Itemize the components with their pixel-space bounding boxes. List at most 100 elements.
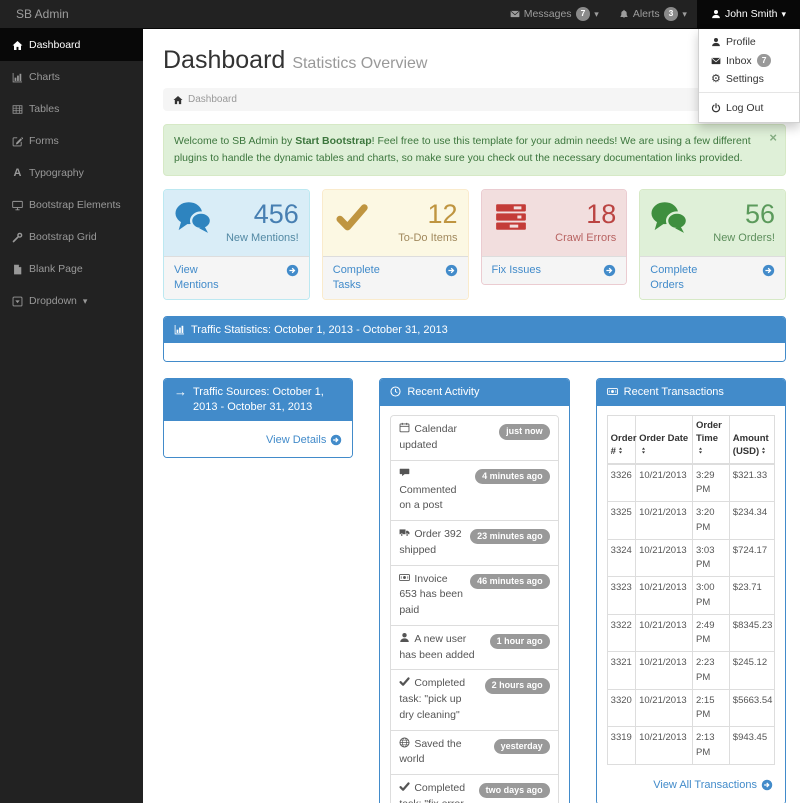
main-content: Dashboard Statistics Overview Dashboard W…	[143, 29, 800, 803]
menu-item-inbox[interactable]: Inbox 7	[699, 51, 799, 70]
panel-title: Traffic Sources: October 1, 2013 - Octob…	[193, 385, 342, 415]
list-item: Completed task: "pick up dry cleaning" 2…	[391, 670, 557, 730]
view-all-transactions-link[interactable]: View All Transactions	[653, 779, 773, 791]
sidebar-item-typography[interactable]: A Typography	[0, 157, 143, 189]
welcome-alert: Welcome to SB Admin by Start Bootstrap! …	[163, 124, 786, 176]
menu-item-logout[interactable]: Log Out	[699, 99, 799, 117]
messages-dropdown-toggle[interactable]: Messages 7 ▾	[500, 0, 609, 28]
menu-item-settings[interactable]: ⚙ Settings	[699, 70, 799, 88]
list-item: Invoice 653 has been paid 46 minutes ago	[391, 566, 557, 626]
complete-orders-link[interactable]: Complete Orders	[640, 256, 785, 299]
column-header-amount[interactable]: Amount (USD)	[729, 416, 774, 464]
sidebar-item-tables[interactable]: Tables	[0, 93, 143, 125]
user-icon	[399, 632, 410, 643]
comments-icon	[650, 200, 688, 239]
column-header-order-time[interactable]: Order Time	[692, 416, 729, 464]
home-icon	[173, 95, 183, 105]
home-icon	[12, 40, 23, 51]
alert-brand-link[interactable]: Start Bootstrap	[295, 135, 371, 147]
stat-panel-todo: 12 To-Do Items Complete Tasks	[322, 189, 469, 300]
view-details-link[interactable]: View Details	[266, 434, 342, 446]
sidebar-item-blank-page[interactable]: Blank Page	[0, 253, 143, 285]
page-subtitle: Statistics Overview	[292, 55, 427, 72]
panel-title: Recent Transactions	[624, 385, 724, 400]
table-row: 332210/21/20132:49 PM$8345.23	[607, 614, 774, 652]
traffic-statistics-chart-area	[164, 343, 785, 361]
caret-down-icon: ▾	[83, 297, 88, 306]
stat-value: 56	[692, 200, 775, 228]
sidebar-item-bootstrap-elements[interactable]: Bootstrap Elements	[0, 189, 143, 221]
recent-activity-panel: Recent Activity Calendar updated just no…	[379, 378, 569, 803]
panel-title: Traffic Statistics: October 1, 2013 - Oc…	[191, 323, 448, 338]
list-item: Completed task: "fix error on sales page…	[391, 775, 557, 803]
time-badge: just now	[499, 424, 550, 439]
table-row: 332410/21/20133:03 PM$724.17	[607, 539, 774, 577]
check-icon	[399, 676, 410, 687]
money-icon	[607, 386, 618, 397]
list-item: Commented on a post 4 minutes ago	[391, 461, 557, 521]
power-icon	[711, 103, 721, 113]
stat-panel-orders: 56 New Orders! Complete Orders	[639, 189, 786, 300]
table-row: 331910/21/20132:13 PM$943.45	[607, 727, 774, 765]
user-dropdown-toggle[interactable]: John Smith ▾	[697, 0, 800, 28]
table-row: 332110/21/20132:23 PM$245.12	[607, 652, 774, 690]
stat-panel-crawl-errors: 18 Crawl Errors Fix Issues	[481, 189, 628, 285]
sidebar-item-dropdown[interactable]: Dropdown ▾	[0, 285, 143, 317]
bottom-panel-row: → Traffic Sources: October 1, 2013 - Oct…	[163, 378, 786, 803]
time-badge: yesterday	[494, 739, 550, 754]
arrow-circle-right-icon	[762, 264, 775, 277]
stat-value: 12	[375, 200, 458, 228]
comments-icon	[174, 200, 212, 239]
stat-value: 456	[216, 200, 299, 228]
globe-icon	[399, 737, 410, 748]
arrow-circle-right-icon	[445, 264, 458, 277]
sidebar-item-forms[interactable]: Forms	[0, 125, 143, 157]
user-name: John Smith	[725, 8, 778, 20]
alerts-label: Alerts	[633, 8, 660, 20]
app-brand[interactable]: SB Admin	[0, 0, 85, 28]
complete-tasks-link[interactable]: Complete Tasks	[323, 256, 468, 299]
breadcrumb: Dashboard	[163, 88, 786, 111]
clock-icon	[390, 386, 401, 397]
page-header: Dashboard Statistics Overview	[163, 46, 786, 75]
close-icon[interactable]: ×	[769, 128, 777, 149]
transactions-table: Order # Order Date Order Time Amount (US…	[607, 415, 775, 764]
column-header-order-number[interactable]: Order #	[607, 416, 635, 464]
check-icon	[333, 200, 371, 239]
sidebar-item-charts[interactable]: Charts	[0, 61, 143, 93]
caret-down-icon: ▾	[594, 10, 599, 19]
tasks-icon	[492, 200, 530, 239]
fix-issues-link[interactable]: Fix Issues	[482, 256, 627, 284]
caret-down-icon: ▾	[682, 10, 687, 19]
list-item: A new user has been added 1 hour ago	[391, 626, 557, 671]
menu-item-profile[interactable]: Profile	[699, 33, 799, 51]
menu-divider	[699, 92, 799, 93]
stat-panel-mentions: 456 New Mentions! View Mentions	[163, 189, 310, 300]
view-mentions-link[interactable]: View Mentions	[164, 256, 309, 299]
envelope-icon	[510, 9, 520, 19]
arrow-circle-right-icon	[603, 264, 616, 277]
stat-label: Crawl Errors	[555, 231, 616, 246]
messages-label: Messages	[524, 8, 572, 20]
bar-chart-icon	[12, 72, 23, 83]
user-icon	[711, 9, 721, 19]
time-badge: two days ago	[479, 783, 550, 798]
column-header-order-date[interactable]: Order Date	[636, 416, 693, 464]
sort-icon	[697, 446, 704, 455]
alerts-dropdown-toggle[interactable]: Alerts 3 ▾	[609, 0, 697, 28]
page-title: Dashboard	[163, 46, 285, 74]
time-badge: 4 minutes ago	[475, 469, 550, 484]
arrow-circle-right-icon	[330, 434, 342, 446]
caret-square-down-icon	[12, 296, 23, 307]
file-icon	[12, 264, 23, 275]
arrow-circle-right-icon	[761, 779, 773, 791]
navbar-right: Messages 7 ▾ Alerts 3 ▾ John Smith ▾	[500, 0, 800, 28]
sidebar-item-bootstrap-grid[interactable]: Bootstrap Grid	[0, 221, 143, 253]
stat-value: 18	[534, 200, 617, 228]
sort-icon	[760, 446, 767, 455]
font-icon: A	[12, 167, 23, 179]
time-badge: 1 hour ago	[490, 634, 550, 649]
panel-title: Recent Activity	[407, 385, 479, 400]
sidebar-item-dashboard[interactable]: Dashboard	[0, 29, 143, 61]
messages-badge: 7	[576, 7, 591, 20]
